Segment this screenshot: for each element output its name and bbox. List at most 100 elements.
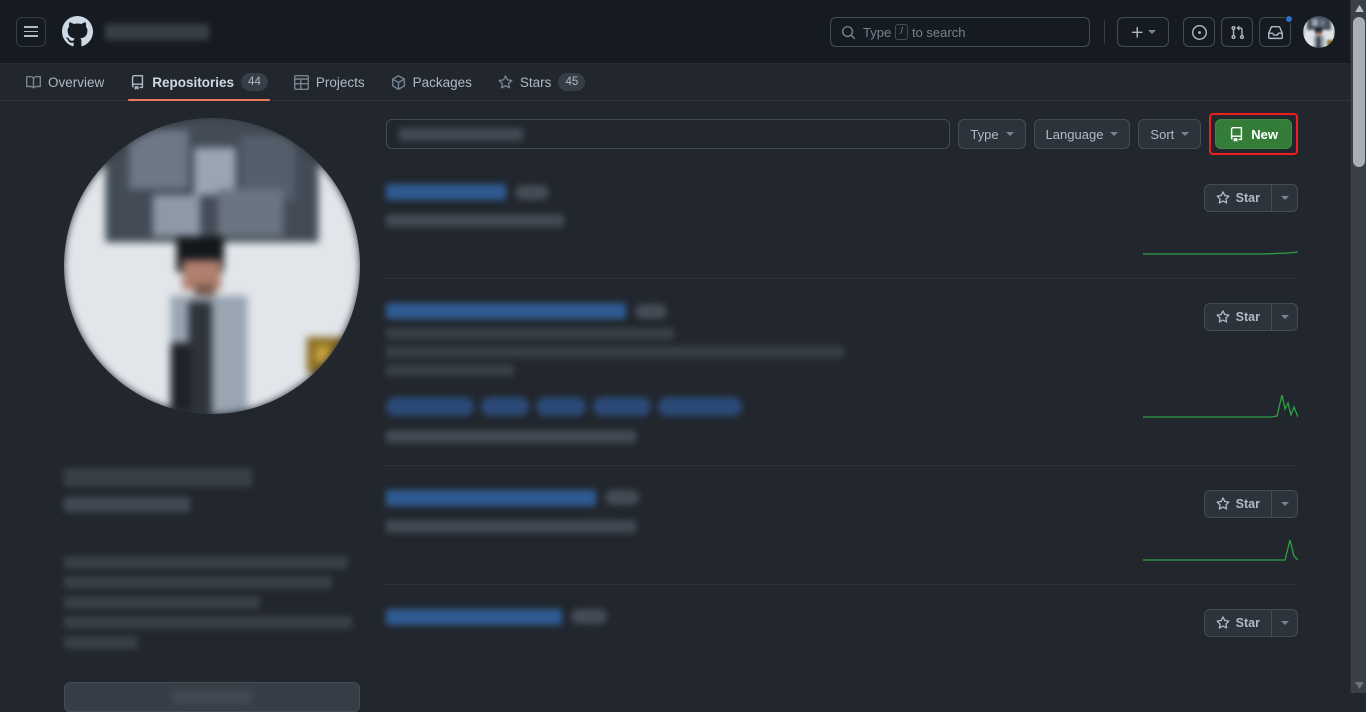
- repo-title-line: ███████ ██████ ████: [386, 184, 986, 200]
- scrollbar-up-arrow[interactable]: [1351, 0, 1366, 16]
- scrollbar-down-arrow[interactable]: [1351, 677, 1366, 693]
- repo-topic-tag[interactable]: [481, 396, 529, 416]
- star-button-label: Star: [1235, 615, 1260, 630]
- tab-repositories-label: Repositories: [152, 74, 235, 90]
- issues-button[interactable]: [1183, 17, 1215, 47]
- new-repository-button[interactable]: New: [1215, 119, 1292, 149]
- profile-bio-line: ████████████████████: [64, 596, 260, 609]
- repo-icon: [132, 74, 144, 90]
- global-search-input[interactable]: Type / to search: [830, 17, 1090, 47]
- profile-login-redacted: ████████████: [64, 497, 190, 513]
- chevron-down-icon: [1280, 620, 1289, 625]
- create-new-button[interactable]: [1117, 17, 1169, 47]
- search-slash-key: /: [895, 24, 908, 40]
- star-dropdown-button[interactable]: [1271, 609, 1297, 636]
- repo-meta: ██████ ████ ██████ ██████: [386, 429, 986, 443]
- star-button[interactable]: Star: [1203, 608, 1298, 637]
- repo-name-redacted[interactable]: ███████ ██████: [386, 184, 506, 200]
- profile-avatar[interactable]: [64, 118, 360, 414]
- profile-nav-tabs: Overview Repositories 44 Projects Packag…: [0, 64, 1350, 101]
- repo-meta: ██████ ████ ██████ ██████: [386, 519, 986, 533]
- hamburger-line: [24, 35, 38, 37]
- tab-overview[interactable]: Overview: [16, 64, 114, 100]
- star-button-label: Star: [1235, 310, 1260, 324]
- star-button[interactable]: Star: [1203, 489, 1298, 518]
- browser-scrollbar[interactable]: [1350, 0, 1366, 693]
- tab-projects[interactable]: Projects: [284, 64, 375, 100]
- repo-name-redacted[interactable]: ██████████████: [386, 608, 562, 625]
- repo-meta: ██████ █ ██████ ██████: [386, 214, 986, 227]
- repo-description-line: ████████████████████████████████████████: [386, 346, 844, 359]
- repo-topic-tag[interactable]: [386, 396, 474, 416]
- global-nav-menu-button[interactable]: [16, 16, 46, 47]
- star-icon: [1216, 191, 1230, 204]
- search-suffix: to search: [911, 24, 966, 40]
- profile-bio-line: ████████: [64, 636, 138, 649]
- tab-stars[interactable]: Stars 45: [488, 64, 595, 100]
- search-placeholder: Type / to search: [863, 24, 965, 40]
- language-filter-dropdown[interactable]: Language: [1033, 119, 1131, 149]
- repo-visibility-badge-redacted: ████: [605, 490, 639, 506]
- profile-sidebar: ██████████████████ ████████████ ████████…: [64, 118, 364, 712]
- type-filter-dropdown[interactable]: Type: [958, 119, 1026, 149]
- repo-icon: [1231, 126, 1243, 142]
- star-button[interactable]: Star: [1203, 303, 1298, 331]
- repo-description-line: ████████████████████████: [386, 328, 674, 340]
- star-button-main[interactable]: Star: [1205, 491, 1271, 517]
- sort-filter-label: Sort: [1150, 126, 1175, 142]
- notifications-button[interactable]: [1259, 15, 1293, 47]
- repository-list-item: ██████ ██████████ ████ ██████ ████ █████…: [386, 464, 1298, 584]
- repo-topic-tag[interactable]: [658, 396, 742, 416]
- scrollbar-thumb[interactable]: [1353, 17, 1365, 167]
- repo-name-redacted[interactable]: ██████ ████████ ███████: [386, 303, 626, 319]
- sort-filter-dropdown[interactable]: Sort: [1138, 119, 1202, 149]
- search-prefix: Type: [863, 24, 892, 40]
- star-dropdown-button[interactable]: [1271, 490, 1297, 517]
- tab-packages[interactable]: Packages: [381, 64, 482, 100]
- star-dropdown-button[interactable]: [1271, 304, 1297, 330]
- repo-name-redacted[interactable]: ██████ ██████████: [386, 489, 596, 506]
- star-button-main[interactable]: Star: [1205, 610, 1271, 636]
- star-button-main[interactable]: Star: [1205, 185, 1271, 211]
- tab-repositories[interactable]: Repositories 44: [120, 64, 278, 101]
- repo-meta-redacted: ██████ █ ██████ ██████: [386, 214, 564, 227]
- repo-actions: Star: [1028, 184, 1298, 256]
- profile-name: ██████████████████: [64, 468, 364, 487]
- tab-overview-label: Overview: [48, 74, 105, 90]
- star-dropdown-button[interactable]: [1271, 185, 1297, 211]
- profile-bio-line: ██████████████████████████: [64, 576, 332, 589]
- tab-stars-label: Stars: [519, 74, 552, 90]
- pull-requests-button[interactable]: [1221, 17, 1253, 47]
- repo-filter-toolbar: ██████████████ Type Language Sort New: [386, 113, 1298, 155]
- github-logo-icon[interactable]: [62, 16, 93, 47]
- find-repository-input[interactable]: ██████████████: [386, 119, 951, 149]
- repo-title-line: ██████ ██████████ ████: [386, 489, 986, 506]
- search-icon: [841, 25, 856, 39]
- repo-title-line: ██████████████ ████: [386, 608, 986, 625]
- tab-projects-label: Projects: [315, 74, 365, 90]
- star-button-main[interactable]: Star: [1205, 304, 1271, 330]
- repo-actions: Star: [1028, 608, 1298, 637]
- star-icon: [498, 74, 513, 89]
- repo-actions: Star: [1028, 303, 1298, 443]
- book-icon: [26, 75, 41, 89]
- profile-login: ████████████: [64, 496, 364, 514]
- repositories-main: ██████████████ Type Language Sort New: [386, 113, 1298, 659]
- star-icon: [1216, 615, 1230, 629]
- owner-login-redacted[interactable]: ██████████: [105, 23, 209, 40]
- star-icon: [1216, 496, 1230, 510]
- edit-profile-label-redacted: ██████████: [173, 690, 251, 704]
- star-button[interactable]: Star: [1203, 184, 1298, 212]
- global-header: ██████████ Type / to search: [0, 0, 1350, 64]
- repo-topic-tag[interactable]: [593, 396, 651, 416]
- edit-profile-button[interactable]: ██████████: [64, 682, 360, 712]
- chevron-down-icon: [1280, 196, 1289, 200]
- chevron-down-icon: [1110, 132, 1119, 136]
- repo-info: ███████ ██████ ████ ██████ █ ██████ ████…: [386, 184, 986, 256]
- repository-list-item: ██████████████ ████ Star: [386, 583, 1298, 659]
- find-repository-placeholder-redacted: ██████████████: [399, 127, 523, 141]
- triangle-up-icon: [1354, 4, 1364, 12]
- profile-bio-line: ███████████████████████████: [64, 616, 352, 629]
- user-avatar[interactable]: [1303, 16, 1335, 48]
- repo-topic-tag[interactable]: [536, 396, 586, 416]
